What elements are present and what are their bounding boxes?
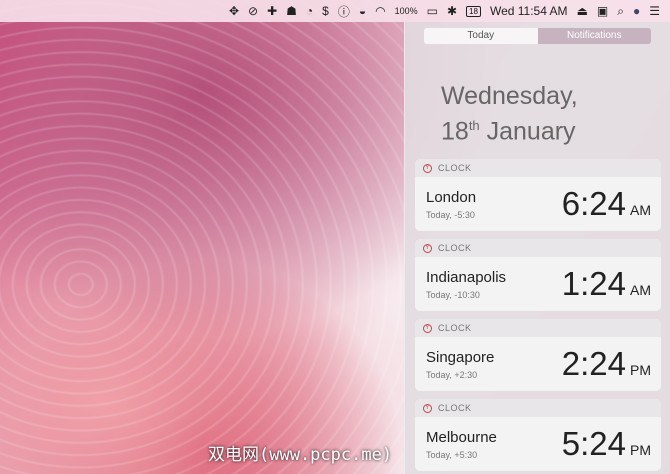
weekday: Wednesday, xyxy=(441,82,578,110)
day: 18 xyxy=(441,117,469,146)
time-value: 2:24 xyxy=(561,345,626,382)
tab-notifications[interactable]: Notifications xyxy=(537,28,651,44)
am-pm: PM xyxy=(630,362,651,378)
wifi-icon[interactable]: ◠ xyxy=(375,4,385,18)
time-value: 5:24 xyxy=(561,425,626,462)
am-pm: AM xyxy=(630,282,651,298)
clock-icon: Y xyxy=(423,323,432,333)
clock-widget[interactable]: Y CLOCK Singapore Today, +2:30 2:24 PM xyxy=(415,319,661,391)
bluetooth-icon[interactable]: ✱ xyxy=(447,4,457,18)
airplay-icon[interactable]: ⏏ xyxy=(577,4,588,18)
dollar-icon[interactable]: $ xyxy=(322,4,329,18)
notification-center: Today Notifications Wednesday, 18th Janu… xyxy=(404,22,670,474)
avatar-icon[interactable]: ● xyxy=(633,4,640,18)
clock-datetime[interactable]: Wed 11:54 AM xyxy=(490,4,568,18)
time-offset: Today, -5:30 xyxy=(426,210,475,220)
time-offset: Today, +5:30 xyxy=(426,450,478,460)
clock-widget[interactable]: Y CLOCK Indianapolis Today, -10:30 1:24 AM xyxy=(415,239,661,311)
time-offset: Today, +2:30 xyxy=(426,370,478,380)
widget-title: CLOCK xyxy=(438,163,472,173)
window-icon[interactable]: ▣ xyxy=(597,4,608,18)
widget-header: Y CLOCK xyxy=(415,239,661,257)
info-icon[interactable]: ⓘ xyxy=(338,3,350,20)
menu-bar: ✥ ⊘ ✚ ☗ ◔ $ ⓘ ◒ ◠ 100% ▭ ✱ 18 Wed 11:54 … xyxy=(0,0,670,22)
clock-icon: Y xyxy=(423,243,432,253)
bell-icon[interactable]: ☗ xyxy=(286,4,297,18)
plus-icon[interactable]: ✚ xyxy=(267,4,277,18)
clock-icon: Y xyxy=(423,403,432,413)
tab-control: Today Notifications xyxy=(424,28,651,44)
day-suffix: th xyxy=(468,118,480,133)
widget-header: Y CLOCK xyxy=(415,399,661,417)
widget-header: Y CLOCK xyxy=(415,159,661,177)
clock-icon: Y xyxy=(423,163,432,173)
widget-title: CLOCK xyxy=(438,403,472,413)
tab-today[interactable]: Today xyxy=(424,28,538,44)
desktop-wallpaper xyxy=(0,0,404,474)
time-value: 6:24 xyxy=(561,185,626,222)
month: January xyxy=(486,117,576,146)
clock-time: 6:24 AM xyxy=(562,185,651,223)
city-name: Indianapolis xyxy=(426,269,507,286)
widget-title: CLOCK xyxy=(438,243,472,253)
battery-icon[interactable]: ▭ xyxy=(427,4,438,18)
city-name: Singapore xyxy=(426,349,495,366)
sync-icon[interactable]: ⊘ xyxy=(248,4,258,18)
watermark: 双电网(www.pcpc.me) xyxy=(208,445,393,465)
calendar-icon[interactable]: 18 xyxy=(466,5,481,17)
clock-time: 5:24 PM xyxy=(562,425,651,463)
am-pm: PM xyxy=(630,442,651,458)
clock-widget[interactable]: Y CLOCK Melbourne Today, +5:30 5:24 PM xyxy=(415,399,661,471)
widget-header: Y CLOCK xyxy=(415,319,661,337)
timer-icon[interactable]: ◔ xyxy=(306,4,313,18)
dropbox-icon[interactable]: ✥ xyxy=(229,4,239,18)
clock-time: 2:24 PM xyxy=(562,345,651,383)
city-name: Melbourne xyxy=(426,429,497,446)
clock-widget[interactable]: Y CLOCK London Today, -5:30 6:24 AM xyxy=(415,159,661,231)
time-offset: Today, -10:30 xyxy=(426,290,480,300)
battery-percent: 100% xyxy=(394,6,418,16)
widget-title: CLOCK xyxy=(438,323,472,333)
city-name: London xyxy=(426,189,477,206)
time-value: 1:24 xyxy=(561,265,626,302)
list-icon[interactable]: ☰ xyxy=(649,4,660,18)
search-icon[interactable]: ⌕ xyxy=(617,4,624,19)
today-date: Wednesday, 18th January xyxy=(441,82,578,146)
clock-time: 1:24 AM xyxy=(562,265,651,303)
cup-icon[interactable]: ◒ xyxy=(359,4,366,18)
am-pm: AM xyxy=(630,202,651,218)
